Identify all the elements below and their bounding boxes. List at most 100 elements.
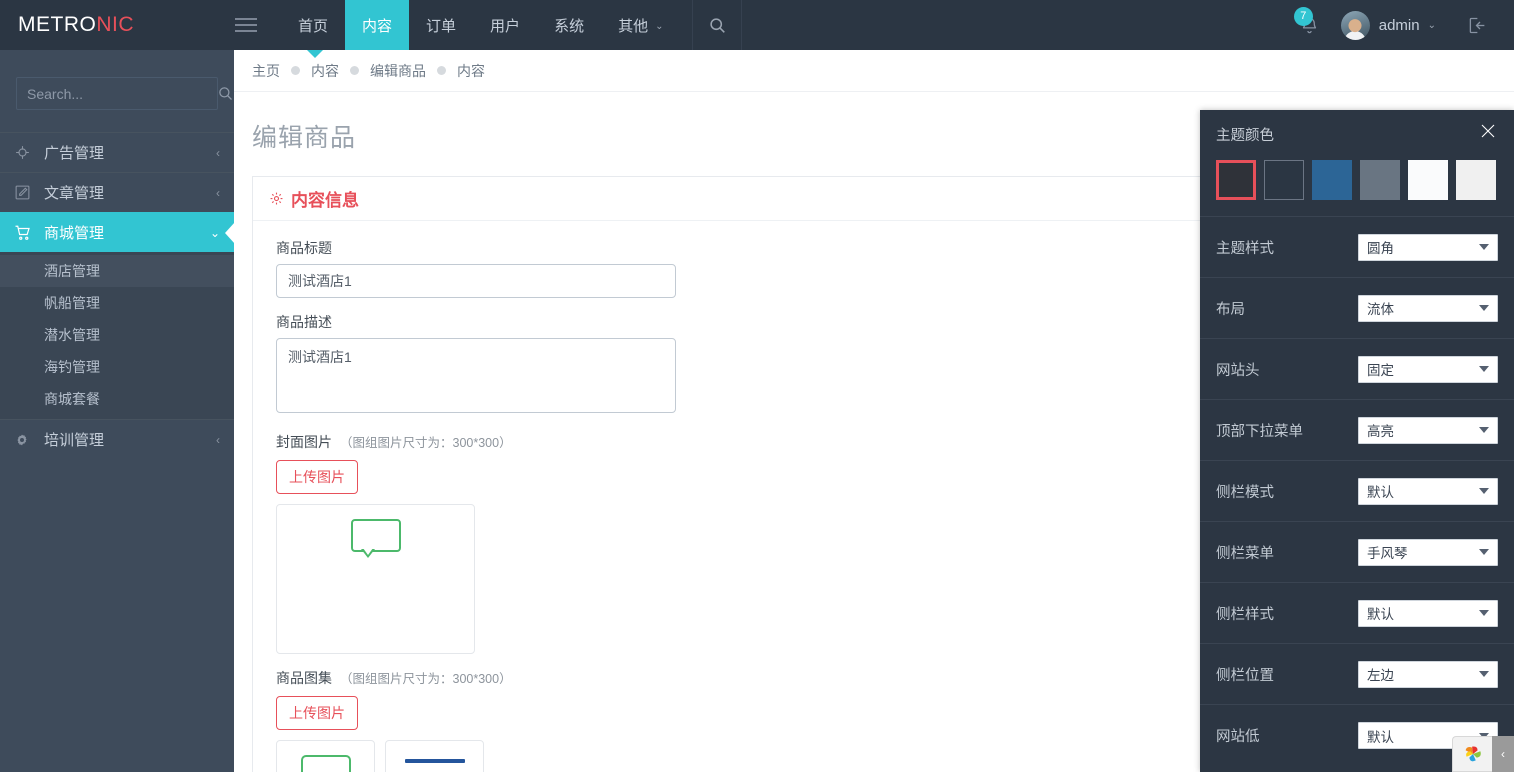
sidebar-item-training[interactable]: 培训管理 ‹ [0, 419, 234, 459]
product-description-textarea[interactable]: 测试酒店1 [276, 338, 676, 413]
sidebar-menu-select[interactable]: 手风琴 [1358, 538, 1498, 566]
theme-swatch-grey[interactable] [1360, 160, 1400, 200]
theme-row-label: 主题样式 [1216, 240, 1274, 257]
theme-row-label: 顶部下拉菜单 [1216, 423, 1303, 440]
theme-row-top-dropdown: 顶部下拉菜单 高亮 [1200, 400, 1514, 461]
sidebar-subitem-label: 潜水管理 [44, 327, 100, 343]
search-icon[interactable] [692, 0, 743, 50]
edit-square-icon [14, 184, 44, 201]
sidebar-item-label: 商城管理 [44, 225, 105, 242]
product-title-input[interactable] [276, 264, 676, 298]
breadcrumb-item-home[interactable]: 主页 [252, 61, 280, 81]
chevron-left-icon: ‹ [216, 145, 220, 160]
sidebar-search-wrapper [0, 50, 234, 126]
theme-swatch-blue[interactable] [1312, 160, 1352, 200]
theme-row-style: 主题样式 圆角 [1200, 217, 1514, 278]
nav-item-content[interactable]: 内容 [345, 0, 410, 50]
theme-row-label: 网站头 [1216, 362, 1260, 379]
theme-swatch-white[interactable] [1408, 160, 1448, 200]
nav-item-orders[interactable]: 订单 [409, 0, 473, 50]
sidebar-subitem-hotel[interactable]: 酒店管理 [0, 255, 234, 287]
hamburger-icon[interactable] [226, 0, 266, 50]
green-rect-thumbnail-icon [300, 755, 351, 772]
theme-swatch-light[interactable] [1456, 160, 1496, 200]
gear-icon [269, 191, 284, 206]
footer-value: 默认 [1367, 729, 1394, 745]
brand-logo[interactable]: METRO NIC [0, 0, 234, 50]
breadcrumb: 主页 内容 编辑商品 内容 [234, 50, 1514, 92]
theme-color-swatches [1200, 154, 1514, 217]
sidebar-item-label: 培训管理 [44, 432, 105, 449]
avatar [1340, 10, 1370, 40]
chevron-down-icon [1479, 366, 1489, 372]
logout-icon[interactable] [1454, 0, 1498, 50]
gallery-upload-button[interactable]: 上传图片 [276, 696, 358, 730]
chevron-down-icon: ⌄ [655, 20, 664, 32]
theme-row-label: 布局 [1216, 301, 1245, 318]
sidebar-subitem-sailboat[interactable]: 帆船管理 [0, 287, 234, 319]
theme-style-select[interactable]: 圆角 [1358, 233, 1498, 261]
breadcrumb-item-content[interactable]: 内容 [311, 61, 339, 81]
chevron-down-icon [1479, 305, 1489, 311]
nav-label: 其他 [618, 17, 649, 35]
theme-swatch-dark-blue[interactable] [1264, 160, 1304, 200]
widget-collapse-button[interactable]: ‹ [1492, 736, 1514, 772]
nav-item-system[interactable]: 系统 [537, 0, 601, 50]
theme-row-sidebar-style: 侧栏样式 默认 [1200, 583, 1514, 644]
sidebar-position-select[interactable]: 左边 [1358, 660, 1498, 688]
card-title: 内容信息 [291, 191, 359, 210]
sidebar-item-mall[interactable]: 商城管理 ⌄ [0, 212, 234, 252]
header-value: 固定 [1367, 363, 1394, 378]
chevron-down-icon [1479, 427, 1489, 433]
target-icon [14, 144, 44, 161]
sidebar-style-select[interactable]: 默认 [1358, 599, 1498, 627]
chevron-left-icon: ‹ [216, 432, 220, 447]
breadcrumb-item-current: 内容 [457, 62, 485, 79]
chevron-down-icon [1479, 610, 1489, 616]
gallery-label-text: 商品图集 [276, 670, 332, 686]
sidebar-item-label: 文章管理 [44, 185, 105, 202]
nav-item-home[interactable]: 首页 [281, 0, 345, 50]
header-select[interactable]: 固定 [1358, 355, 1498, 383]
bubble-tail [360, 548, 375, 558]
user-menu[interactable]: admin ⌄ [1331, 0, 1446, 50]
theme-settings-panel: 主题颜色 主题样式 圆角 布局 流体 网站头 固定 顶部下拉菜单 高亮 侧栏模式… [1200, 110, 1514, 772]
breadcrumb-item-edit-product[interactable]: 编辑商品 [370, 61, 426, 81]
theme-swatch-dark[interactable] [1216, 160, 1256, 200]
hamburger-bar [235, 30, 257, 32]
chevron-down-icon [1479, 671, 1489, 677]
cover-image-label-text: 封面图片 [276, 434, 332, 450]
notification-badge: 7 [1293, 7, 1313, 26]
gallery-thumbnail-2[interactable] [385, 740, 484, 772]
sidebar-mode-select[interactable]: 默认 [1358, 477, 1498, 505]
close-icon[interactable] [1477, 120, 1499, 142]
bubble-body [350, 519, 401, 552]
nav-label: 用户 [490, 17, 521, 35]
breadcrumb-separator [291, 66, 300, 75]
layout-select[interactable]: 流体 [1358, 294, 1498, 322]
gallery-hint: （图组图片尺寸为：300*300） [340, 672, 512, 686]
gallery-thumbnail-1[interactable] [276, 740, 375, 772]
top-dropdown-select[interactable]: 高亮 [1358, 416, 1498, 444]
search-icon[interactable] [218, 86, 244, 101]
search-input[interactable] [17, 85, 218, 102]
hamburger-bar [235, 24, 257, 26]
sidebar-subitem-diving[interactable]: 潜水管理 [0, 319, 234, 351]
sidebar-item-ads[interactable]: 广告管理 ‹ [0, 132, 234, 172]
theme-row-layout: 布局 流体 [1200, 278, 1514, 339]
nav-item-users[interactable]: 用户 [473, 0, 537, 50]
nav-item-other[interactable]: 其他 ⌄ [601, 0, 680, 50]
sidebar-subitem-package[interactable]: 商城套餐 [0, 383, 234, 415]
pinwheel-icon[interactable] [1452, 736, 1492, 772]
cover-upload-button[interactable]: 上传图片 [276, 460, 358, 494]
sidebar-item-articles[interactable]: 文章管理 ‹ [0, 172, 234, 212]
notifications-button[interactable]: 7 [1289, 0, 1331, 50]
sidebar-subitem-fishing[interactable]: 海钓管理 [0, 351, 234, 383]
nav-label: 首页 [298, 17, 329, 35]
theme-row-label: 侧栏样式 [1216, 606, 1274, 623]
sidebar-mode-value: 默认 [1367, 485, 1394, 500]
nav-label: 内容 [362, 17, 393, 35]
cover-image-preview[interactable] [276, 504, 475, 654]
chevron-down-icon [1479, 549, 1489, 555]
sidebar-search[interactable] [16, 77, 232, 110]
